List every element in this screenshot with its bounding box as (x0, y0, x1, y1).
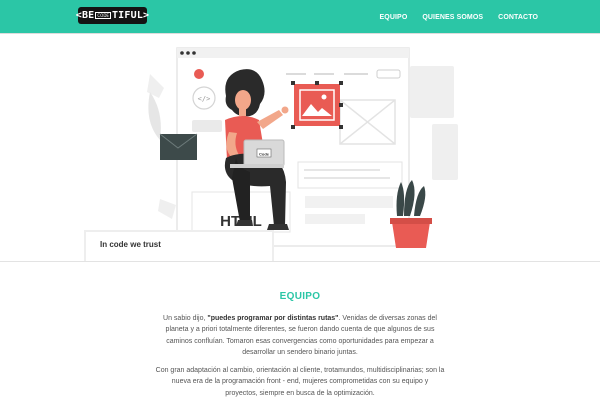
nav-link-quienes-somos[interactable]: QUIENES SOMOS (422, 14, 483, 21)
trust-card: In code we trust (84, 230, 274, 261)
equipo-title: EQUIPO (279, 291, 321, 302)
hero-illustration: </> HTML (147, 47, 458, 252)
record-dot (194, 69, 204, 79)
nav-links: EQUIPO QUIENES SOMOS CONTACTO (380, 0, 538, 34)
code-icon-text: </> (198, 95, 211, 103)
equipo-paragraph-1: Un sabio dijo, "puedes programar por dis… (155, 313, 445, 358)
nav-link-contacto[interactable]: CONTACTO (498, 14, 538, 21)
top-navbar: <BE CODE TIFUL> EQUIPO QUIENES SOMOS CON… (0, 0, 600, 34)
equipo-p1-quote: "puedes programar por distintas rutas" (207, 315, 339, 322)
logo-left-text: <BE (75, 10, 95, 21)
leaf-decor (148, 92, 161, 140)
trust-card-text: In code we trust (100, 240, 161, 249)
hero-section: </> HTML (0, 34, 600, 262)
laptop-sticker-text: Code (259, 152, 270, 157)
logo-right-text: TIFUL> (111, 10, 150, 21)
nav-link-equipo[interactable]: EQUIPO (380, 14, 408, 21)
equipo-paragraph-2: Con gran adaptación al cambio, orientaci… (155, 367, 445, 397)
equipo-p1-intro: Un sabio dijo, (163, 315, 208, 322)
selected-image-card (291, 81, 343, 129)
envelope-icon (159, 133, 198, 160)
logo-mid-text: CODE (95, 12, 111, 19)
brand-logo[interactable]: <BE CODE TIFUL> (75, 7, 150, 24)
